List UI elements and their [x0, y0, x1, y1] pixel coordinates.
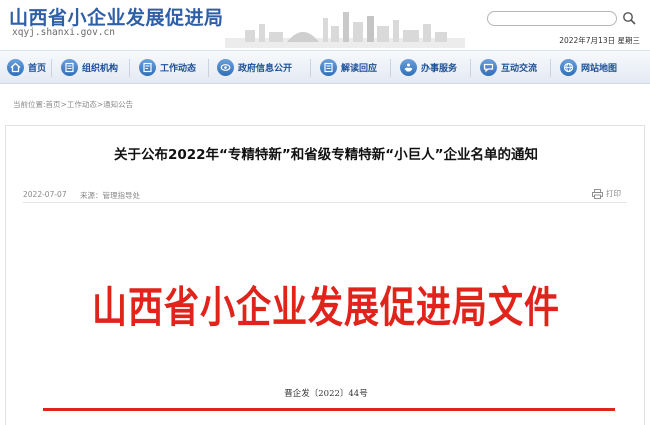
breadcrumb-link-notices[interactable]: 通知公告	[103, 100, 133, 109]
nav-divider	[550, 59, 551, 77]
nav-label: 办事服务	[421, 64, 458, 74]
search-icon[interactable]	[622, 11, 636, 25]
nav-item-info-disclosure[interactable]: 政府信息公开	[217, 57, 292, 78]
document-red-line	[43, 408, 615, 411]
current-date: 2022年7月13日 星期三	[559, 36, 640, 45]
skyline-banner-image	[225, 12, 465, 48]
article-container: 关于公布2022年“专精特新”和省级专精特新“小巨人”企业名单的通知 2022-…	[5, 125, 645, 425]
search-input[interactable]	[487, 11, 617, 26]
site-title[interactable]: 山西省小企业发展促进局	[9, 3, 224, 30]
nav-divider	[390, 59, 391, 77]
nav-label: 首页	[28, 64, 47, 74]
sitemap-icon	[560, 59, 577, 76]
nav-item-organization[interactable]: 组织机构	[61, 57, 118, 78]
nav-item-service[interactable]: 办事服务	[400, 57, 457, 78]
document-number: 晋企发〔2022〕44号	[284, 389, 368, 399]
service-icon	[400, 59, 417, 76]
breadcrumb-prefix: 当前位置:	[13, 100, 46, 109]
site-header: 山西省小企业发展促进局 xqyj.shanxi.gov.cn 2022年7月13…	[0, 0, 650, 50]
breadcrumb-link-home[interactable]: 首页	[46, 100, 61, 109]
nav-label: 政府信息公开	[238, 64, 293, 74]
nav-divider	[470, 59, 471, 77]
interaction-icon	[480, 59, 497, 76]
breadcrumb-link-work-news[interactable]: 工作动态	[67, 100, 97, 109]
nav-label: 互动交流	[501, 64, 538, 74]
print-button[interactable]: 打印	[592, 188, 621, 199]
nav-item-interpretation[interactable]: 解读回应	[320, 57, 377, 78]
article-date: 2022-07-07	[23, 190, 67, 199]
document-red-header: 山西省小企业发展促进局文件	[91, 283, 560, 334]
work-news-icon	[139, 59, 156, 76]
nav-label: 网站地图	[581, 64, 618, 74]
article-source: 来源：管理指导处	[80, 191, 140, 200]
nav-divider	[51, 59, 52, 77]
nav-divider	[208, 59, 209, 77]
nav-label: 组织机构	[82, 64, 119, 74]
breadcrumb: 当前位置:首页>工作动态>通知公告	[13, 99, 133, 110]
printer-icon	[592, 188, 603, 199]
site-url: xqyj.shanxi.gov.cn	[12, 27, 115, 38]
nav-divider	[310, 59, 311, 77]
info-disclosure-icon	[217, 59, 234, 76]
home-icon	[7, 59, 24, 76]
nav-label: 解读回应	[341, 64, 378, 74]
nav-label: 工作动态	[160, 64, 197, 74]
article-title: 关于公布2022年“专精特新”和省级专精特新“小巨人”企业名单的通知	[113, 147, 539, 163]
interpretation-icon	[320, 59, 337, 76]
nav-divider	[129, 59, 130, 77]
article-meta: 2022-07-07 来源：管理指导处 打印	[23, 188, 627, 203]
nav-item-sitemap[interactable]: 网站地图	[560, 57, 617, 78]
organization-icon	[61, 59, 78, 76]
main-nav: 首页 组织机构 工作动态 政府信息公开 解读回应 办事服务 互动交流 网站地图	[0, 50, 650, 84]
nav-item-home[interactable]: 首页	[7, 57, 46, 78]
nav-item-interaction[interactable]: 互动交流	[480, 57, 537, 78]
nav-item-work-news[interactable]: 工作动态	[139, 57, 196, 78]
print-label: 打印	[606, 189, 621, 198]
